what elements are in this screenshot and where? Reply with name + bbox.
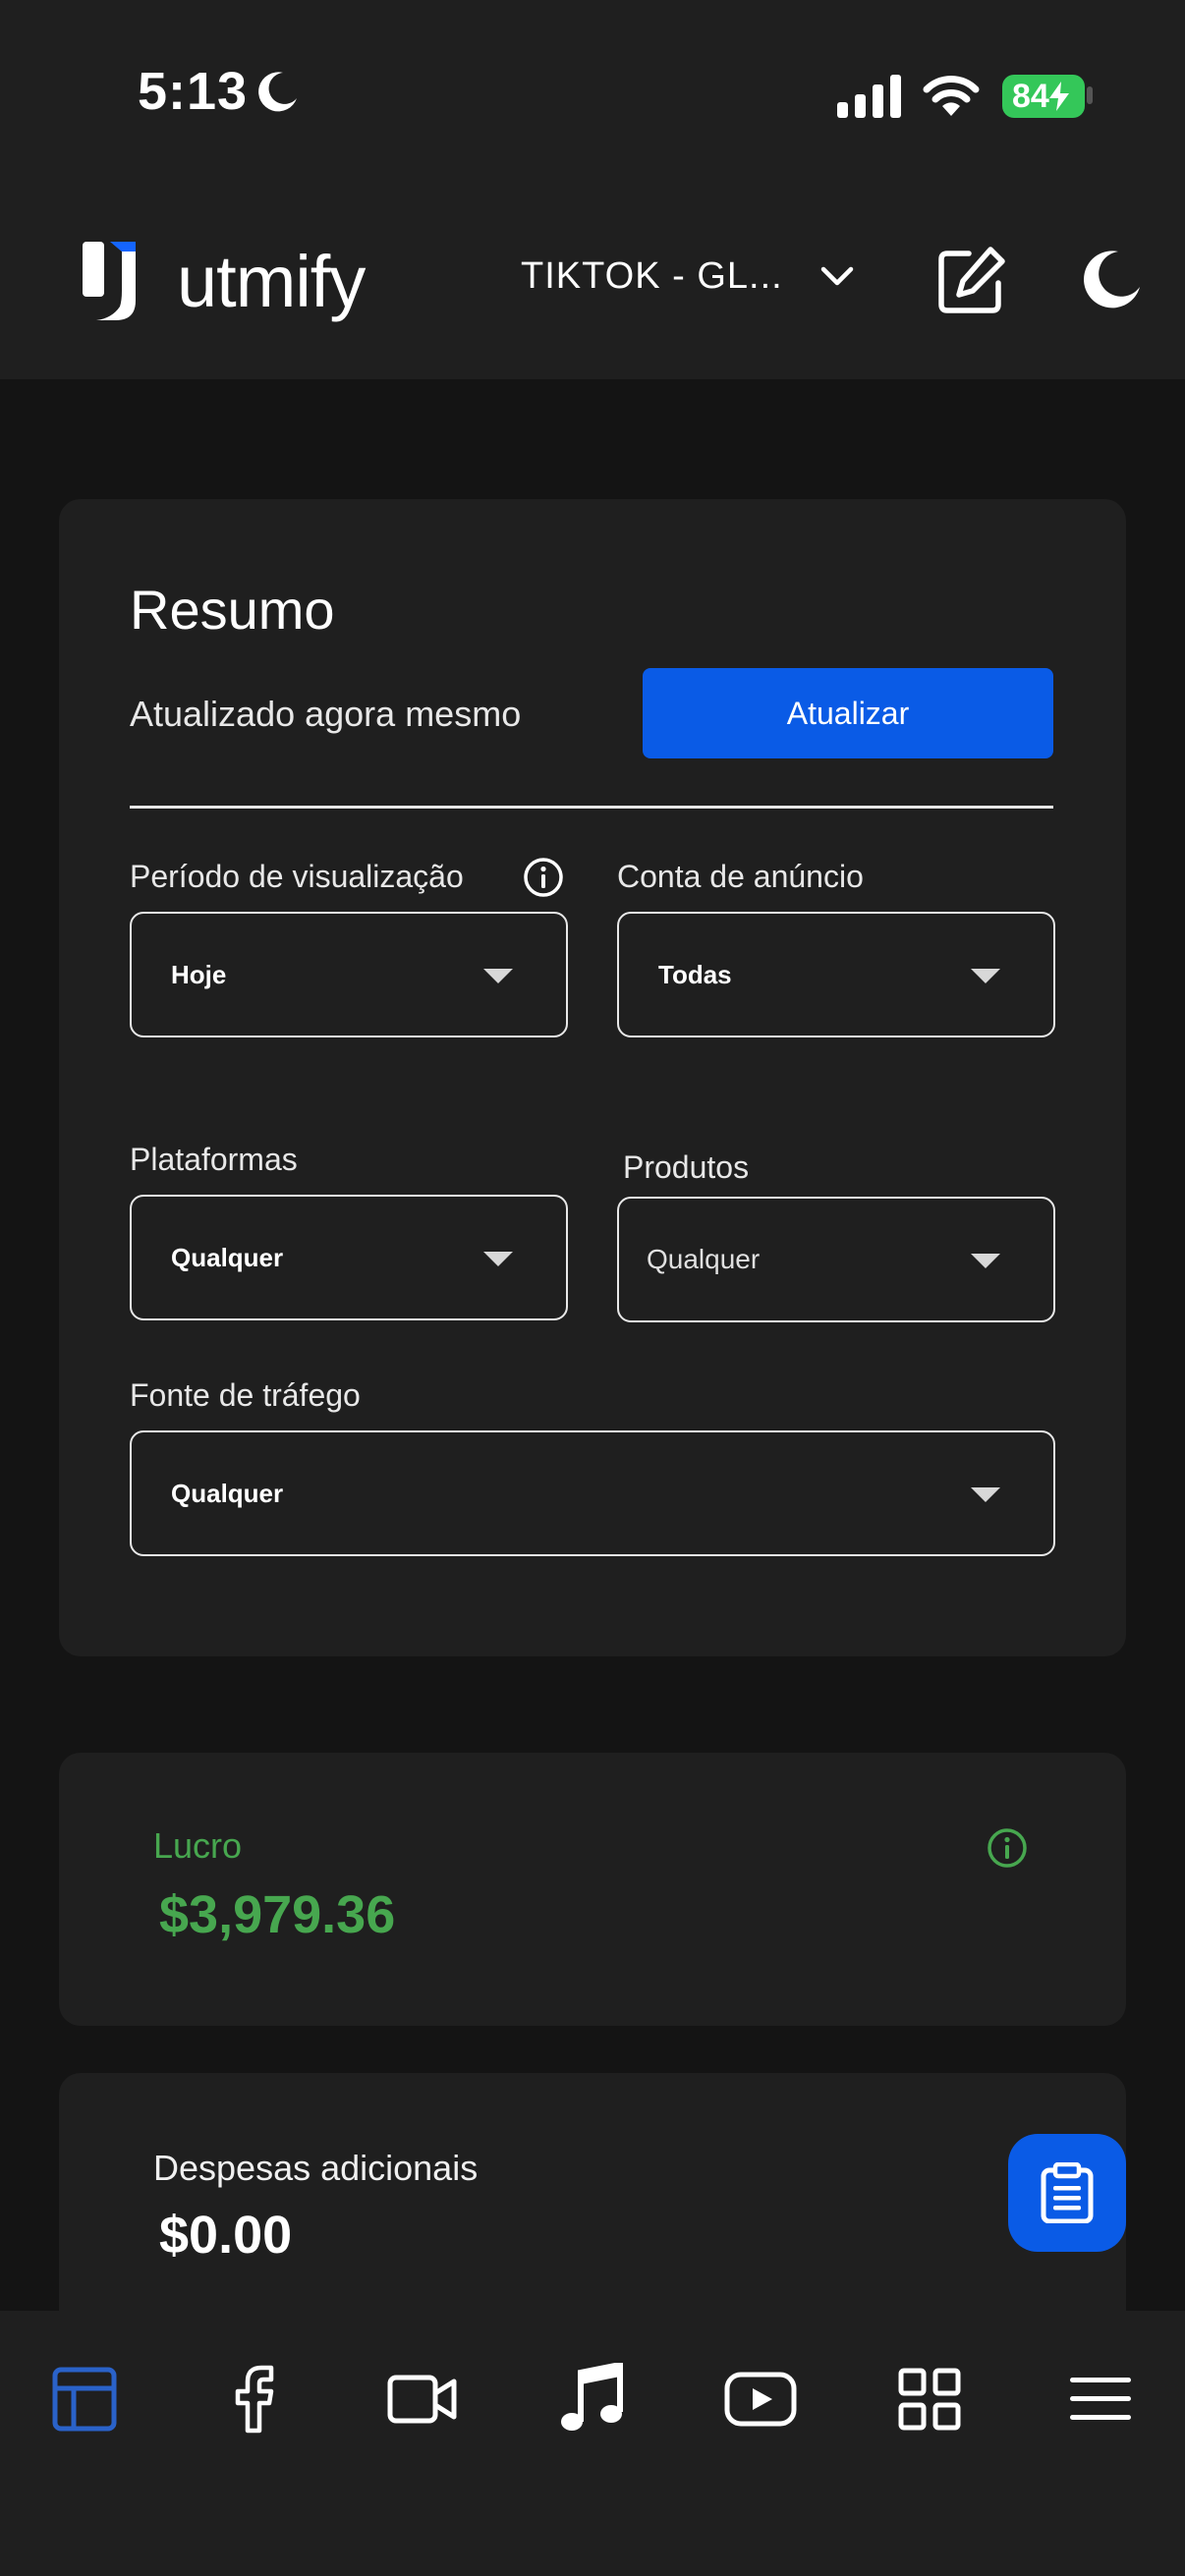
app-header: utmify TIKTOK - GL... [0,187,1185,379]
status-time: 5:13 [138,62,249,121]
logo-text: utmify [177,241,366,322]
period-select[interactable]: Hoje [130,912,568,1037]
products-value: Qualquer [647,1244,761,1274]
battery-tip [1087,86,1093,104]
tab-music[interactable] [552,2360,631,2438]
profit-card: Lucro $3,979.36 [59,1753,1126,2026]
platforms-label: Plataformas [130,1142,298,1177]
moon-icon[interactable] [1081,250,1142,310]
tab-dashboard[interactable] [45,2360,124,2438]
battery-indicator: 84 [1002,75,1085,118]
caret-down-icon [971,969,1000,983]
divider [130,806,1053,809]
account-label: TIKTOK - GL... [521,255,783,297]
menu-icon [1070,2378,1131,2420]
signal-icon [837,75,901,118]
clipboard-icon [1041,2162,1094,2223]
traffic-source-select[interactable]: Qualquer [130,1430,1055,1556]
notes-fab-button[interactable] [1008,2134,1126,2252]
ad-account-label: Conta de anúncio [617,859,864,894]
summary-title: Resumo [130,579,335,641]
wifi-icon [923,76,980,116]
tab-apps[interactable] [890,2360,969,2438]
edit-icon[interactable] [935,246,1006,316]
traffic-source-label: Fonte de tráfego [130,1377,361,1413]
caret-down-icon [483,1252,513,1266]
info-icon[interactable] [523,857,564,898]
video-icon [387,2375,457,2424]
platforms-value: Qualquer [171,1242,284,1272]
info-icon[interactable] [987,1827,1028,1869]
additional-expenses-label: Despesas adicionais [153,2148,479,2188]
youtube-icon [724,2372,797,2427]
ad-account-value: Todas [658,959,732,989]
update-button[interactable]: Atualizar [643,668,1053,758]
tab-menu[interactable] [1061,2360,1140,2438]
charging-icon [1048,82,1069,111]
updated-status: Atualizado agora mesmo [130,694,522,734]
chevron-down-icon [820,266,853,285]
ad-account-select[interactable]: Todas [617,912,1055,1037]
dashboard-icon [52,2367,117,2432]
products-select[interactable]: Qualquer [617,1197,1055,1322]
do-not-disturb-icon [258,72,297,112]
caret-down-icon [971,1487,1000,1502]
traffic-source-value: Qualquer [171,1478,284,1508]
music-icon [561,2363,623,2431]
grid-icon [898,2368,961,2431]
additional-expenses-value: $0.00 [159,2206,293,2265]
tab-youtube[interactable] [721,2360,800,2438]
caret-down-icon [483,969,513,983]
period-label: Período de visualização [130,859,464,894]
caret-down-icon [971,1254,1000,1268]
platforms-select[interactable]: Qualquer [130,1195,568,1320]
summary-card: Resumo Atualizado agora mesmo Atualizar … [59,499,1126,1656]
profit-label: Lucro [153,1825,243,1866]
bottom-nav [0,2311,1185,2576]
facebook-icon [235,2365,274,2434]
battery-level: 84 [1012,77,1049,115]
tab-video[interactable] [383,2360,462,2438]
account-selector[interactable]: TIKTOK - GL... [521,255,854,298]
tab-facebook[interactable] [214,2360,293,2438]
status-bar: 5:13 84 [0,0,1185,187]
products-label: Produtos [623,1149,750,1185]
profit-value: $3,979.36 [159,1885,396,1944]
logo-mark-icon [83,241,136,320]
period-value: Hoje [171,959,227,989]
utmify-logo[interactable]: utmify [83,240,366,323]
